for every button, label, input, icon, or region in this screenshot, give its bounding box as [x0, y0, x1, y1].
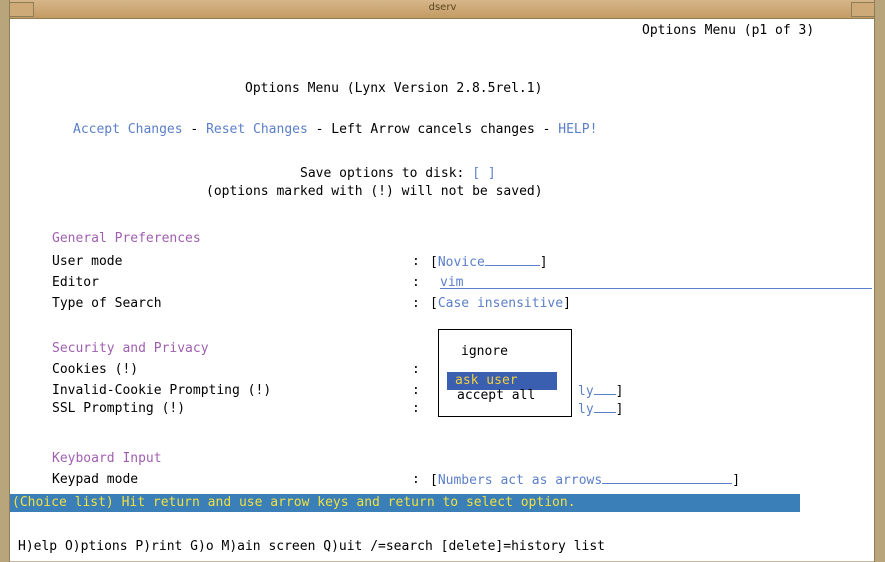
reset-changes-link[interactable]: Reset Changes [206, 122, 308, 137]
user-mode-value: Novice [437, 255, 485, 270]
cookies-label: Cookies (!) [52, 362, 139, 377]
page-indicator: Options Menu (p1 of 3) [642, 23, 815, 38]
save-options-checkbox[interactable]: [ ] [472, 166, 495, 181]
invalid-cookie-value: ly [578, 384, 594, 399]
invalid-cookie-label: Invalid-Cookie Prompting (!) [52, 383, 272, 398]
search-type-select[interactable]: [Case insensitive] [430, 296, 571, 312]
user-mode-label: User mode [52, 254, 123, 269]
status-bar: (Choice list) Hit return and use arrow k… [10, 494, 800, 512]
search-type-colon: : [412, 296, 420, 311]
popup-option-ask-user-label: ask user [455, 373, 518, 388]
ssl-prompting-colon: : [412, 401, 420, 416]
window-frame-left [0, 0, 10, 562]
keypad-mode-value: Numbers act as arrows [437, 473, 603, 488]
help-link[interactable]: HELP! [558, 122, 597, 137]
accept-changes-link[interactable]: Accept Changes [73, 122, 183, 137]
popup-option-accept-all[interactable]: accept all [457, 388, 535, 404]
footer-help-line: H)elp O)ptions P)rint G)o M)ain screen Q… [18, 539, 605, 554]
window-frame-right [874, 0, 885, 562]
cookies-colon: : [412, 362, 420, 377]
actions-line: Accept Changes - Reset Changes - Left Ar… [73, 122, 597, 138]
save-options-line: Save options to disk: [ ] [300, 166, 496, 182]
invalid-cookie-colon: : [412, 383, 420, 398]
status-message: (Choice list) Hit return and use arrow k… [12, 495, 576, 510]
popup-option-ignore[interactable]: ignore [461, 344, 508, 360]
keypad-mode-colon: : [412, 472, 420, 487]
invalid-cookie-select[interactable]: ly] [578, 383, 623, 400]
save-options-note: (options marked with (!) will not be sav… [206, 184, 543, 199]
section-general: General Preferences [52, 231, 201, 246]
ssl-prompting-value: ly [578, 402, 594, 417]
user-mode-select[interactable]: [Novice] [430, 254, 548, 271]
actions-separator: - [182, 122, 207, 137]
ssl-prompting-select[interactable]: ly] [578, 401, 623, 418]
ssl-prompting-label: SSL Prompting (!) [52, 401, 186, 416]
user-mode-colon: : [412, 254, 420, 269]
page-title: Options Menu (Lynx Version 2.8.5rel.1) [245, 81, 543, 96]
cookie-choice-popup[interactable]: ignore ask user accept all [438, 329, 572, 417]
actions-hint: - Left Arrow cancels changes - [307, 122, 559, 137]
window-title: dserv [428, 2, 457, 13]
keypad-mode-label: Keypad mode [52, 472, 139, 487]
terminal-screen: Options Menu (p1 of 3) Options Menu (Lyn… [10, 19, 874, 561]
editor-input-underline [440, 288, 872, 289]
editor-colon: : [412, 275, 420, 290]
save-options-label: Save options to disk: [300, 166, 473, 181]
keypad-mode-select[interactable]: [Numbers act as arrows] [430, 472, 740, 489]
search-type-label: Type of Search [52, 296, 162, 311]
section-security: Security and Privacy [52, 341, 209, 356]
search-type-value: Case insensitive [437, 296, 564, 311]
section-keyboard: Keyboard Input [52, 451, 162, 466]
terminal-window: dserv Options Menu (p1 of 3) Options Men… [0, 0, 885, 562]
title-bar[interactable]: dserv [0, 0, 885, 19]
editor-label: Editor [52, 275, 99, 290]
